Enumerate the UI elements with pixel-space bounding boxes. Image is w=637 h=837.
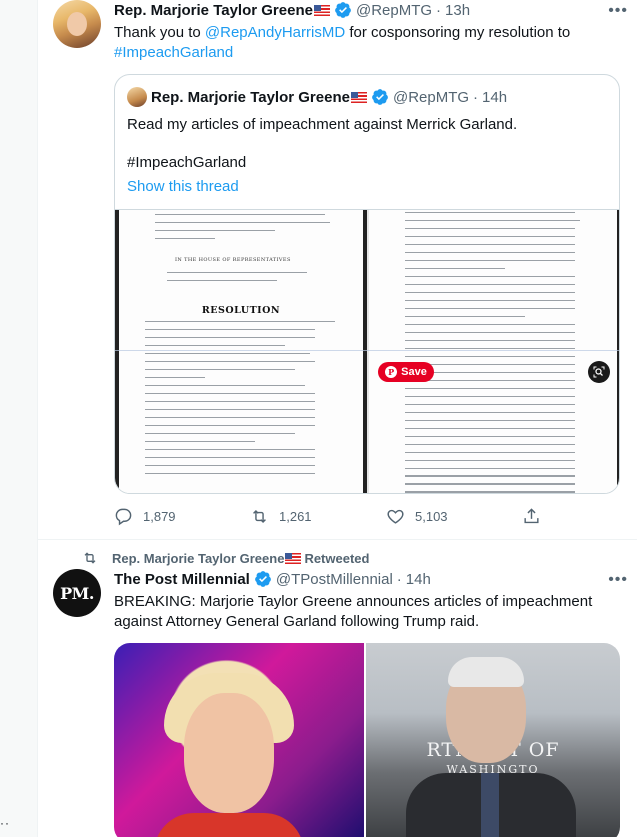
verified-badge-icon xyxy=(334,1,352,19)
avatar xyxy=(127,87,147,107)
photo-greene[interactable] xyxy=(114,643,364,837)
author-handle[interactable]: @TPostMillennial xyxy=(276,571,393,588)
tweet-header: Rep. Marjorie Taylor Greene @RepMTG · 13… xyxy=(114,0,622,20)
show-thread-link[interactable]: Show this thread xyxy=(127,177,607,197)
quoted-tweet-hashtag: #ImpeachGarland xyxy=(127,154,247,171)
retweeted-label: Retweeted xyxy=(304,550,370,566)
author-name: Rep. Marjorie Taylor Greene xyxy=(151,88,350,106)
photo-detail xyxy=(154,813,304,837)
save-label: Save xyxy=(401,366,427,378)
document-images[interactable]: IN THE HOUSE OF REPRESENTATIVES RESOLUTI… xyxy=(115,209,619,493)
left-more-dots[interactable]: ·· xyxy=(0,817,10,829)
document-heading: IN THE HOUSE OF REPRESENTATIVES xyxy=(175,257,291,263)
tweet-content: Rep. Marjorie Taylor Greene @RepMTG · 13… xyxy=(114,0,622,63)
author-handle: @RepMTG xyxy=(392,88,470,106)
quoted-tweet-content: Rep. Marjorie Taylor Greene @RepMTG · 14… xyxy=(127,87,607,197)
heart-icon xyxy=(387,509,404,524)
tweet-actions: 1,879 1,261 5,103 xyxy=(114,507,544,527)
like-count: 5,103 xyxy=(415,509,448,524)
avatar[interactable] xyxy=(53,0,101,48)
separator-dot: · xyxy=(473,88,479,106)
pinterest-icon: P xyxy=(385,366,398,378)
separator-dot: · xyxy=(396,570,402,588)
quoted-tweet[interactable]: Rep. Marjorie Taylor Greene @RepMTG · 14… xyxy=(114,74,620,494)
hashtag-link[interactable]: #ImpeachGarland xyxy=(114,44,233,61)
mention-link[interactable]: @RepAndyHarrisMD xyxy=(205,24,345,41)
share-button[interactable] xyxy=(522,507,551,526)
retweet-icon xyxy=(253,509,266,524)
visual-search-icon[interactable] xyxy=(588,361,610,383)
timestamp[interactable]: 14h xyxy=(406,571,431,588)
timestamp[interactable]: 13h xyxy=(445,2,470,19)
tweet-media[interactable]: RTMENT OF WASHINGTO xyxy=(114,643,620,837)
tweet[interactable]: Rep. Marjorie Taylor Greene Retweeted PM… xyxy=(38,541,637,837)
reply-button[interactable]: 1,879 xyxy=(114,507,176,526)
share-icon xyxy=(524,508,539,524)
document-text-lines xyxy=(145,321,340,481)
photo-detail xyxy=(448,657,524,687)
author-handle[interactable]: @RepMTG xyxy=(356,2,432,19)
retweet-count: 1,261 xyxy=(279,509,312,524)
tweet-text: BREAKING: Marjorie Taylor Greene announc… xyxy=(114,593,593,630)
tweet-header: The Post Millennial @TPostMillennial · 1… xyxy=(114,569,622,589)
tweet-text-part: for cosponsoring my resolution to xyxy=(345,24,571,41)
timeline-feed: ••• Rep. Marjorie Taylor Greene @RepMTG … xyxy=(37,0,637,837)
tweet-text: Thank you to @RepAndyHarrisMD for cospon… xyxy=(114,23,622,63)
document-page-image[interactable]: IN THE HOUSE OF REPRESENTATIVES RESOLUTI… xyxy=(115,210,367,493)
quoted-tweet-text: Read my articles of impeachment against … xyxy=(127,116,518,133)
document-text-lines xyxy=(167,272,307,288)
document-text-lines xyxy=(405,212,605,493)
us-flag-icon xyxy=(313,4,330,16)
reply-icon xyxy=(115,508,132,526)
photo-detail xyxy=(481,773,499,837)
reply-count: 1,879 xyxy=(143,509,176,524)
pinterest-save-button[interactable]: P Save xyxy=(378,362,434,382)
author-name[interactable]: The Post Millennial xyxy=(114,571,250,588)
tweet[interactable]: ••• Rep. Marjorie Taylor Greene @RepMTG … xyxy=(38,0,637,540)
separator-dot: · xyxy=(436,1,442,19)
image-edge xyxy=(617,210,619,493)
retweeted-by-row: Rep. Marjorie Taylor Greene Retweeted xyxy=(82,550,369,566)
quoted-tweet-header: Rep. Marjorie Taylor Greene @RepMTG · 14… xyxy=(127,87,607,107)
retweeted-by-name[interactable]: Rep. Marjorie Taylor Greene xyxy=(112,551,284,566)
tweet-text-part: Thank you to xyxy=(114,24,205,41)
like-button[interactable]: 5,103 xyxy=(386,507,448,526)
tweet-content: The Post Millennial @TPostMillennial · 1… xyxy=(114,569,622,632)
author-name[interactable]: Rep. Marjorie Taylor Greene xyxy=(114,2,313,19)
us-flag-icon xyxy=(285,552,302,564)
photo-garland[interactable]: RTMENT OF WASHINGTO xyxy=(366,643,620,837)
us-flag-icon xyxy=(350,91,367,103)
document-title: RESOLUTION xyxy=(201,305,281,316)
avatar[interactable]: PM. xyxy=(53,569,101,617)
verified-badge-icon xyxy=(371,88,389,106)
left-gutter xyxy=(0,0,37,837)
verified-badge-icon xyxy=(254,570,272,588)
retweet-icon xyxy=(84,552,96,564)
avatar-logo-text: PM. xyxy=(60,583,94,603)
document-text-lines xyxy=(155,214,335,246)
document-fold-line xyxy=(115,350,619,351)
retweet-button[interactable]: 1,261 xyxy=(250,507,312,526)
photo-detail xyxy=(184,693,274,813)
image-edge xyxy=(115,210,119,493)
document-page-image[interactable] xyxy=(369,210,619,493)
timestamp: 14h xyxy=(482,88,508,106)
